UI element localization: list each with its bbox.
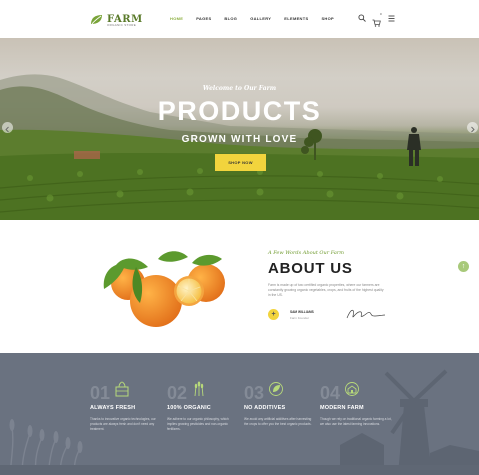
farm-icon (345, 382, 359, 396)
leaf-icon (269, 382, 283, 396)
feature-title: 100% ORGANIC (167, 405, 211, 411)
main-nav: HOME PAGES BLOG GALLERY ELEMENTS SHOP (170, 16, 347, 21)
header-actions: 0 (358, 12, 395, 27)
oranges-image (103, 251, 225, 327)
feature-text: Thanks to innovative organic technologie… (90, 417, 156, 431)
cart-count: 0 (380, 12, 382, 16)
leaf-logo-icon (91, 15, 102, 25)
chevron-right-icon (471, 126, 475, 133)
hero-slider: Welcome to Our Farm PRODUCTS GROWN WITH … (0, 38, 479, 220)
hero-subtitle: GROWN WITH LOVE (181, 134, 298, 145)
shop-now-button[interactable]: SHOP NOW (215, 154, 266, 171)
logo[interactable]: FARM ORGANIC STORE (90, 11, 143, 29)
cart-icon (372, 19, 381, 27)
feature-number: 04 (320, 383, 341, 403)
site-header: FARM ORGANIC STORE HOME PAGES BLOG GALLE… (0, 0, 479, 38)
nav-gallery[interactable]: GALLERY (250, 16, 271, 21)
feature-title: ALWAYS FRESH (90, 405, 136, 411)
nav-blog[interactable]: BLOG (224, 16, 237, 21)
feature-title: NO ADDITIVES (244, 405, 286, 411)
feature-number: 01 (90, 383, 111, 403)
nav-shop[interactable]: SHOP (321, 16, 334, 21)
signature-image (346, 309, 386, 319)
hero-tagline: Welcome to Our Farm (202, 85, 277, 92)
chevron-left-icon (5, 126, 9, 133)
farm-landscape-image (0, 74, 479, 220)
author-name: SAM WILLIAMS (290, 310, 314, 314)
feature-title: MODERN FARM (320, 405, 364, 411)
scroll-up-button[interactable]: ↑ (458, 261, 469, 272)
about-section: A Few Words About Our Farm ABOUT US Farm… (0, 220, 479, 353)
nav-pages[interactable]: PAGES (196, 16, 211, 21)
crate-icon (115, 381, 129, 397)
slider-next-button[interactable] (467, 122, 478, 133)
menu-icon[interactable] (388, 15, 395, 22)
feature-number: 03 (244, 383, 265, 403)
hero-title: PRODUCTS (157, 96, 322, 126)
nav-home[interactable]: HOME (170, 16, 183, 21)
search-icon[interactable] (358, 14, 366, 22)
about-title: ABOUT US (268, 260, 353, 277)
wheat-icon (194, 381, 204, 397)
wheat-windmill-background (0, 369, 479, 475)
logo-subtitle: ORGANIC STORE (107, 23, 137, 27)
features-section: 01 ALWAYS FRESH Thanks to innovative org… (0, 353, 479, 475)
feature-text: We avoid any artificial additives after … (244, 417, 312, 426)
about-text: Farm is made up of two certified organic… (268, 283, 384, 297)
feature-text: Though we rely on traditional organic fa… (320, 417, 392, 426)
author-avatar: + (268, 309, 279, 320)
author-role: Farm Founder (290, 316, 310, 320)
feature-number: 02 (167, 383, 188, 403)
arrow-up-icon: ↑ (461, 263, 466, 270)
slider-prev-button[interactable] (2, 122, 13, 133)
cart-button[interactable]: 0 (372, 12, 382, 27)
plus-icon: + (271, 311, 276, 318)
about-kicker: A Few Words About Our Farm (268, 250, 344, 256)
nav-elements[interactable]: ELEMENTS (284, 16, 308, 21)
feature-text: We adhere to our organic philosophy, whi… (167, 417, 229, 431)
